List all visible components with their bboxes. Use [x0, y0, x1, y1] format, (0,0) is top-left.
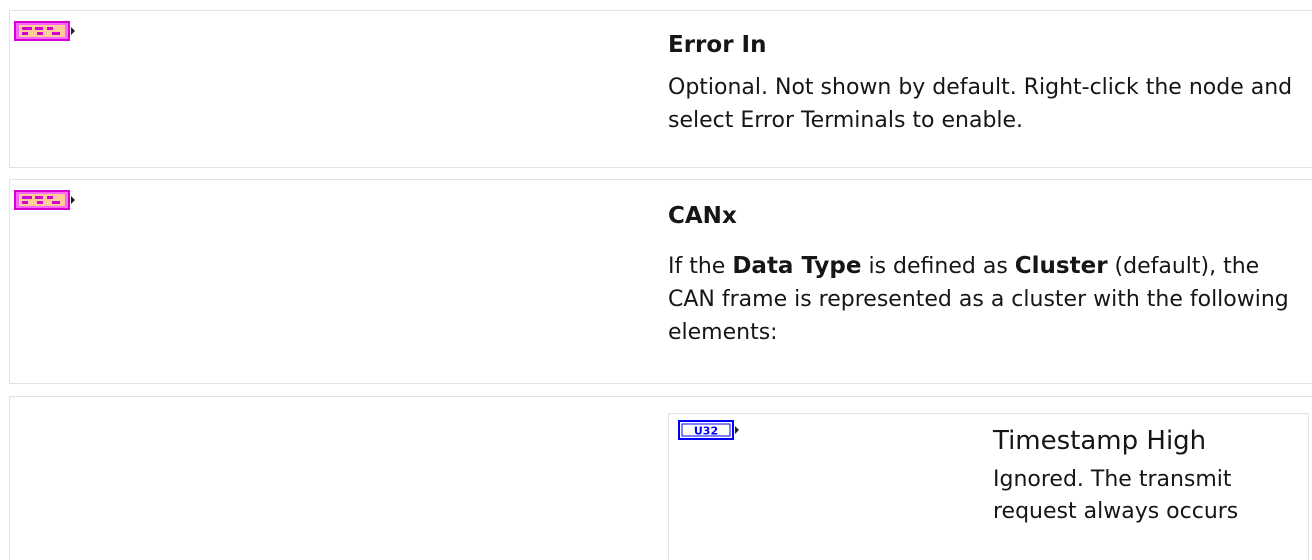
param-name: CANx [668, 202, 1298, 230]
param-name-plain: CAN [668, 203, 722, 229]
desc-emphasis-cluster: Cluster [1014, 253, 1108, 279]
param-name: Error In [668, 32, 767, 58]
u32-icon: U32 [678, 420, 739, 440]
sub-param-name: Timestamp High [993, 426, 1207, 456]
desc-part: If the [668, 254, 733, 279]
param-row-error-in: Error In Optional. Not shown by default.… [9, 10, 1312, 168]
sub-param-description-block: Timestamp High Ignored. The transmit req… [993, 424, 1302, 528]
param-row-canx: CANx If the Data Type is defined as Clus… [9, 179, 1312, 384]
param-description: If the Data Type is defined as Cluster (… [668, 250, 1298, 349]
cluster-elements-table: U32 Timestamp High Ignored. The transmit… [668, 413, 1309, 560]
desc-part: is defined as [861, 254, 1015, 279]
param-name-bold: x [721, 203, 737, 229]
help-page: Error In Optional. Not shown by default.… [0, 0, 1312, 560]
param-row-cluster-elements: U32 Timestamp High Ignored. The transmit… [9, 396, 1312, 560]
cluster-icon [14, 190, 75, 210]
error-cluster-icon [14, 21, 75, 41]
u32-icon-label: U32 [694, 425, 718, 438]
desc-emphasis-data-type: Data Type [732, 253, 862, 279]
param-description-block: Error In Optional. Not shown by default.… [668, 31, 1298, 137]
sub-param-description: Ignored. The transmit request always occ… [993, 467, 1239, 524]
param-description: Optional. Not shown by default. Right-cl… [668, 75, 1293, 133]
param-description-block: CANx If the Data Type is defined as Clus… [668, 202, 1298, 349]
